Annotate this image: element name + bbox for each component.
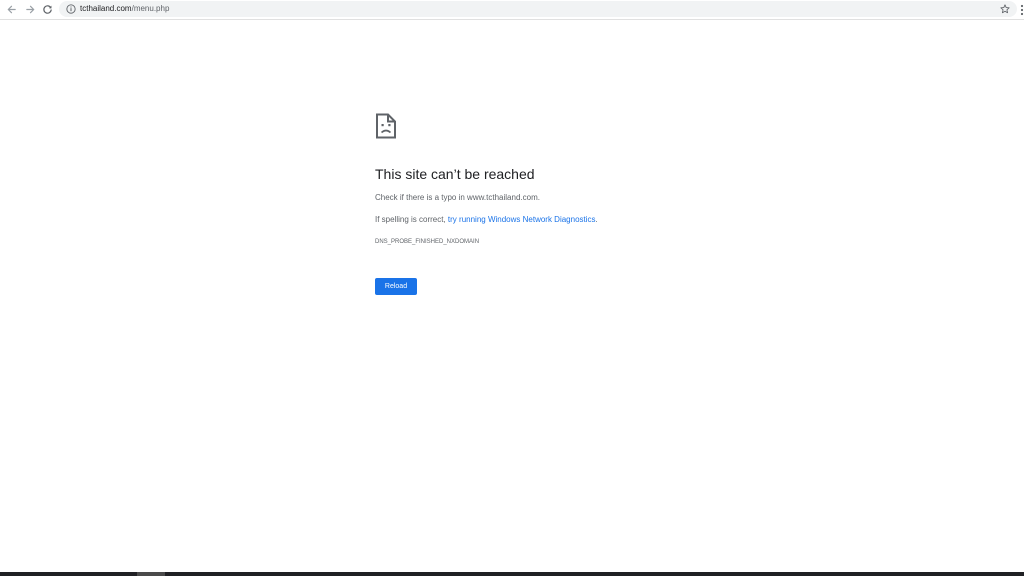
url-text[interactable]: tcthailand.com/menu.php: [80, 3, 169, 15]
url-domain: tcthailand.com: [80, 4, 132, 13]
error-code: DNS_PROBE_FINISHED_NXDOMAIN: [375, 239, 480, 245]
diagnostics-prefix: If spelling is correct,: [375, 215, 448, 224]
forward-button[interactable]: [23, 2, 38, 17]
typo-hint: Check if there is a typo in www.tcthaila…: [375, 193, 540, 202]
star-icon: [1000, 4, 1010, 14]
url-path: /menu.php: [131, 4, 170, 13]
arrow-right-icon: [26, 5, 35, 14]
back-button[interactable]: [4, 2, 19, 17]
taskbar-item[interactable]: [137, 572, 165, 576]
arrow-left-icon: [7, 5, 16, 14]
info-icon[interactable]: [65, 3, 77, 15]
reload-page-button[interactable]: [40, 2, 55, 17]
browser-toolbar: tcthailand.com/menu.php: [0, 0, 1024, 20]
browser-window: tcthailand.com/menu.php This site can’t …: [0, 0, 1024, 576]
browser-menu-button[interactable]: [1019, 2, 1024, 17]
reload-button[interactable]: Reload: [375, 278, 417, 295]
kebab-menu-icon: [1020, 4, 1023, 15]
bookmark-star-button[interactable]: [998, 2, 1012, 16]
sad-document-icon: [375, 113, 397, 139]
address-bar[interactable]: tcthailand.com/menu.php: [59, 1, 1017, 17]
reload-icon: [43, 5, 52, 14]
error-title: This site can’t be reached: [375, 166, 535, 182]
diagnostics-suffix: .: [595, 215, 598, 224]
diagnostics-link[interactable]: try running Windows Network Diagnostics: [448, 215, 596, 224]
diagnostics-hint: If spelling is correct, try running Wind…: [375, 214, 598, 226]
